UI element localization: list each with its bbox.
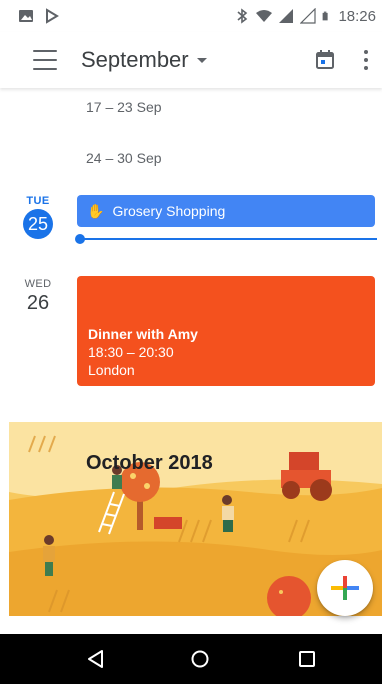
wifi-icon — [256, 10, 273, 22]
add-icon — [331, 576, 359, 600]
battery-icon — [323, 11, 329, 21]
back-icon[interactable] — [86, 649, 106, 669]
create-event-button[interactable] — [317, 560, 373, 616]
today-calendar-icon[interactable] — [313, 48, 337, 72]
event-dinner-with-amy[interactable]: Dinner with Amy 18:30 – 20:30 London — [77, 276, 375, 386]
day-of-week: TUE — [26, 195, 50, 207]
day-header-today: TUE 25 — [16, 195, 60, 239]
navigation-bar — [0, 634, 382, 684]
status-bar: 18:26 — [0, 0, 382, 32]
week-label[interactable]: 17 – 23 Sep — [86, 99, 162, 115]
status-time: 18:26 — [338, 7, 376, 25]
status-bar-left — [18, 8, 60, 24]
more-vert-icon[interactable] — [364, 50, 368, 70]
month-banner-title: October 2018 — [86, 452, 213, 474]
day-number[interactable]: 26 — [16, 292, 60, 315]
day-of-week: WED — [24, 278, 52, 290]
month-selector[interactable]: September — [81, 47, 207, 73]
event-title: Grosery Shopping — [112, 203, 226, 219]
hand-icon: ✋ — [87, 202, 105, 219]
event-location: London — [88, 362, 135, 378]
event-time: 18:30 – 20:30 — [88, 344, 174, 360]
app-bar: September — [0, 32, 382, 88]
dropdown-caret-icon — [196, 57, 207, 63]
signal-empty-icon — [300, 8, 317, 24]
signal-icon — [279, 9, 294, 23]
week-label[interactable]: 24 – 30 Sep — [86, 150, 162, 166]
day-header: WED 26 — [16, 278, 60, 315]
menu-icon[interactable] — [33, 50, 57, 70]
gallery-notification-icon — [19, 10, 33, 22]
recents-icon[interactable] — [298, 650, 316, 668]
play-store-notification-icon — [46, 8, 59, 24]
bluetooth-icon — [237, 8, 248, 24]
event-title: Dinner with Amy — [88, 326, 198, 342]
current-time-dot — [75, 234, 85, 244]
event-grosery-shopping[interactable]: ✋ Grosery Shopping — [77, 195, 375, 227]
current-time-line — [82, 238, 377, 240]
status-bar-right: 18:26 — [234, 8, 376, 25]
day-number-today[interactable]: 25 — [23, 209, 53, 239]
home-icon[interactable] — [191, 650, 209, 668]
month-label: September — [81, 47, 189, 72]
